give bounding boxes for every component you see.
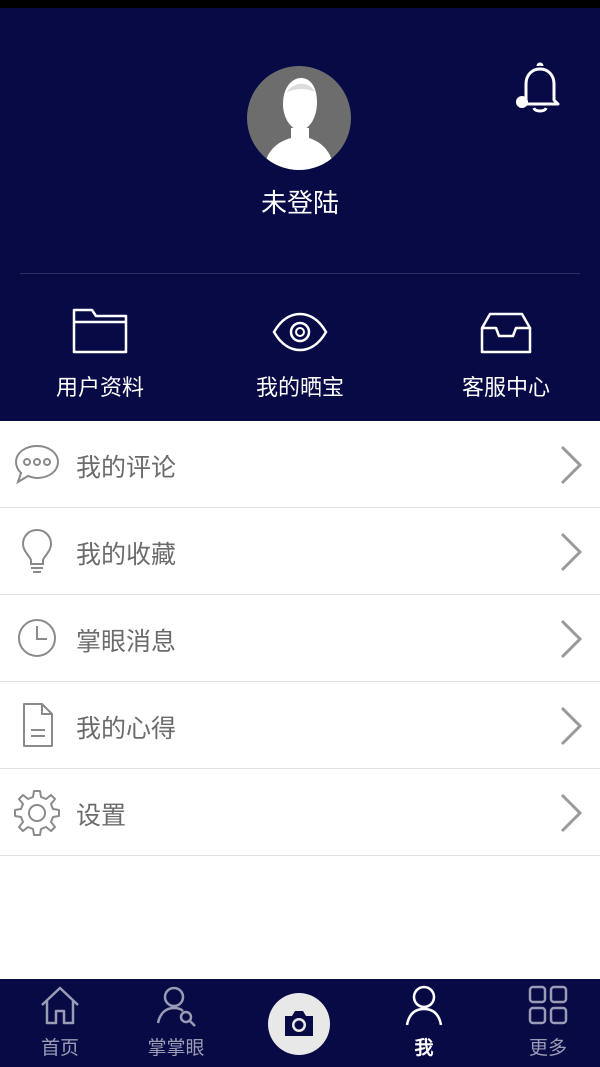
status-bar [0,0,600,8]
quick-action-label: 用户资料 [55,376,144,401]
divider [20,273,580,274]
inbox-tray-icon [466,306,546,356]
bell-icon[interactable] [510,60,566,116]
tab-label: 我 [414,1037,434,1059]
menu-item-label: 设置 [76,801,127,830]
tab-zhangzhangyan[interactable]: 掌掌眼 [116,979,236,1067]
quick-action-label: 客服中心 [461,376,550,401]
quick-action-customer-service[interactable]: 客服中心 [406,298,600,408]
chevron-right-icon [552,530,588,574]
document-icon [12,700,62,750]
menu-item-settings[interactable]: 设置 [0,769,600,856]
chevron-right-icon [552,443,588,487]
menu-item-my-notes[interactable]: 我的心得 [0,682,600,769]
menu-item-my-favorites[interactable]: 我的收藏 [0,508,600,595]
clock-icon [12,613,62,663]
tab-label: 更多 [528,1037,567,1059]
menu-list: 我的评论 我的收藏 掌眼消息 我的心得 设置 [0,421,600,856]
menu-item-zhangyan-messages[interactable]: 掌眼消息 [0,595,600,682]
profile-header: 未登陆 用户资料 我的晒宝 客服中心 [0,8,600,421]
avatar[interactable] [247,66,351,170]
menu-item-label: 我的收藏 [76,540,177,569]
folder-icon [60,306,140,356]
menu-item-label: 我的评论 [76,453,177,482]
menu-item-label: 掌眼消息 [76,627,177,656]
person-icon [402,983,446,1027]
comment-bubble-icon [12,439,62,489]
camera-icon [285,1011,313,1036]
tab-more[interactable]: 更多 [488,979,600,1067]
tab-me[interactable]: 我 [364,979,484,1067]
chevron-right-icon [552,791,588,835]
quick-action-label: 我的晒宝 [255,376,344,401]
menu-item-label: 我的心得 [76,714,177,743]
tab-home[interactable]: 首页 [0,979,120,1067]
user-search-icon [154,983,198,1027]
camera-button[interactable] [268,993,330,1055]
login-status[interactable]: 未登陆 [200,183,400,220]
chevron-right-icon [552,617,588,661]
lightbulb-icon [12,526,62,576]
tab-label: 掌掌眼 [147,1037,205,1059]
eye-icon [260,306,340,356]
gear-icon [12,787,62,837]
tab-label: 首页 [40,1037,79,1059]
bottom-tab-bar: 首页 掌掌眼 我 更多 [0,979,600,1067]
chevron-right-icon [552,704,588,748]
quick-action-my-showcase[interactable]: 我的晒宝 [200,298,400,408]
menu-item-my-comments[interactable]: 我的评论 [0,421,600,508]
grid-icon [526,983,570,1027]
home-icon [38,983,82,1027]
quick-action-user-profile[interactable]: 用户资料 [0,298,200,408]
